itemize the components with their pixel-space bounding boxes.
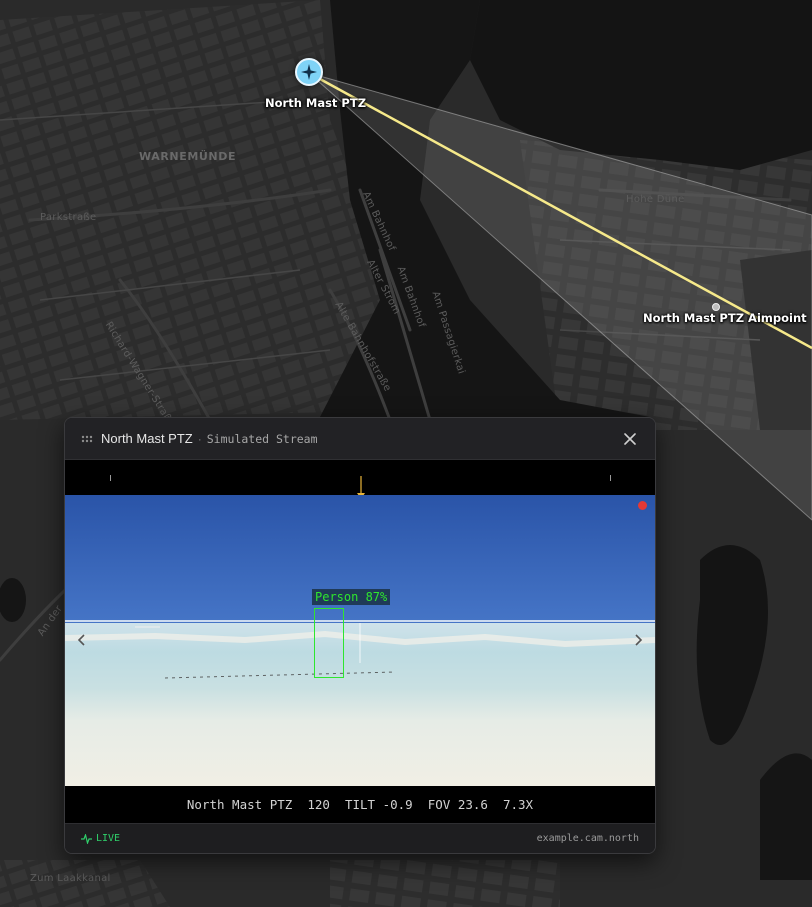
map-label-hohe-duene: Hohe Düne <box>626 194 685 205</box>
aimpoint-marker[interactable] <box>712 303 720 311</box>
close-button[interactable] <box>621 430 639 448</box>
map-label-zum-laakkanal: Zum Laakkanal <box>30 873 111 884</box>
pan-right-button[interactable] <box>632 630 646 650</box>
camera-marker[interactable] <box>295 58 323 86</box>
center-reticle <box>359 623 361 663</box>
stream-source: example.cam.north <box>536 833 639 844</box>
recording-indicator <box>638 501 647 510</box>
activity-icon <box>81 833 92 844</box>
detection-box[interactable] <box>314 608 344 678</box>
camera-stream-panel[interactable]: North Mast PTZ · Simulated Stream Person… <box>64 417 656 854</box>
panel-title: North Mast PTZ <box>101 431 193 446</box>
aimpoint-label: North Mast PTZ Aimpoint <box>643 311 807 325</box>
map-label-warnemuende: WARNEMÜNDE <box>139 150 237 163</box>
compass-tick <box>110 475 111 481</box>
chevron-right-icon <box>635 634 643 646</box>
heading-compass-strip[interactable] <box>65 460 655 499</box>
live-label: LIVE <box>96 833 121 844</box>
title-separator: · <box>197 431 202 446</box>
pan-left-button[interactable] <box>74 630 88 650</box>
video-feed[interactable]: Person 87% <box>65 495 655 786</box>
close-icon <box>624 432 636 445</box>
panel-subtitle: Simulated Stream <box>206 431 318 446</box>
compass-tick <box>610 475 611 481</box>
panel-footer: LIVE example.cam.north <box>65 823 655 853</box>
chevron-left-icon <box>77 634 85 646</box>
sparkle-icon <box>301 64 317 80</box>
detection-label: Person 87% <box>312 589 391 605</box>
panel-header[interactable]: North Mast PTZ · Simulated Stream <box>65 418 655 460</box>
camera-marker-label: North Mast PTZ <box>265 96 367 110</box>
live-indicator: LIVE <box>81 833 120 844</box>
telemetry-readout: North Mast PTZ 120 TILT -0.9 FOV 23.6 7.… <box>65 786 655 823</box>
map-label-parkstrasse: Parkstraße <box>40 212 97 223</box>
drag-handle-icon[interactable] <box>81 434 95 444</box>
